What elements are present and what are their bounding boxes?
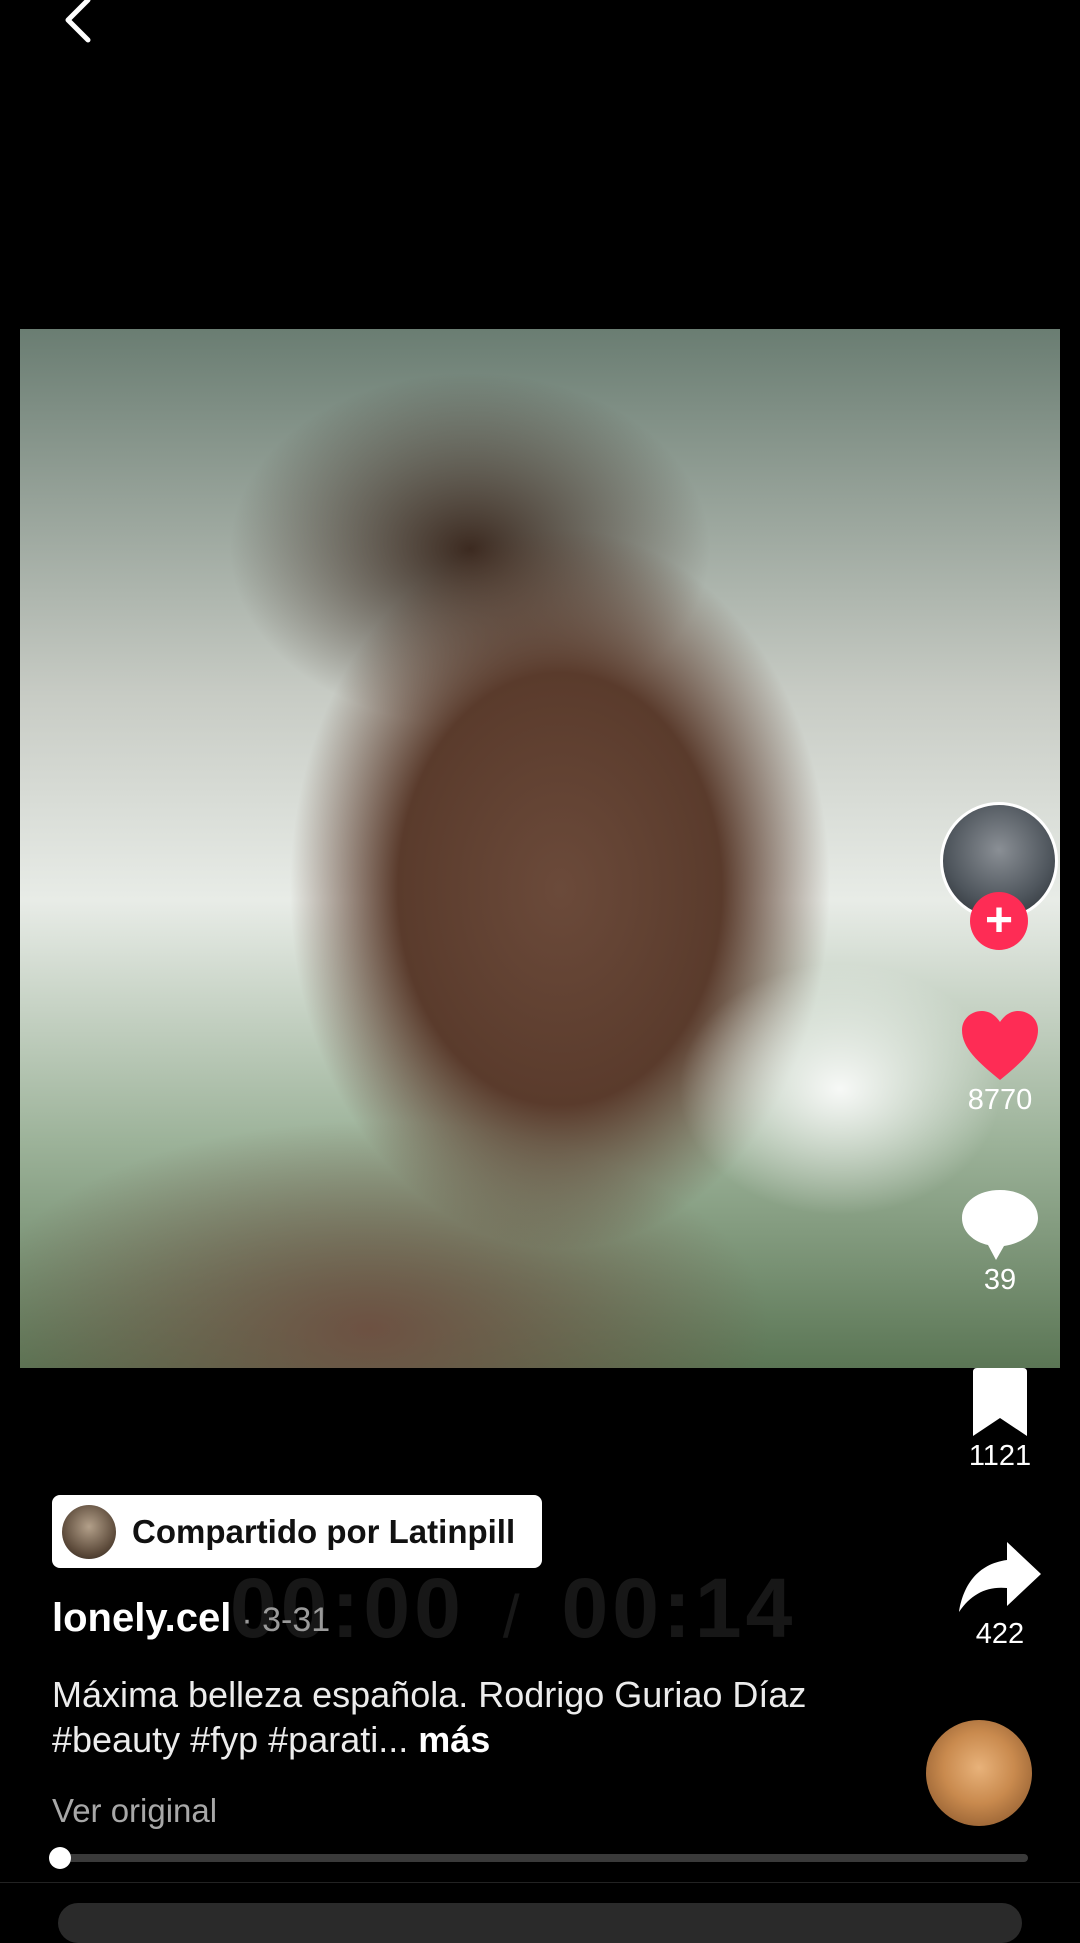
- author-line: lonely.cel · 3-31: [52, 1596, 330, 1641]
- like-button[interactable]: 8770: [920, 1010, 1080, 1117]
- plus-icon: +: [984, 894, 1014, 947]
- follow-button[interactable]: +: [970, 892, 1028, 950]
- post-caption[interactable]: Máxima belleza española. Rodrigo Guriao …: [52, 1672, 832, 1762]
- music-disc[interactable]: [926, 1720, 1032, 1826]
- video-player[interactable]: [20, 329, 1060, 1368]
- back-icon: [65, 0, 91, 43]
- share-icon: [959, 1542, 1041, 1612]
- author-name[interactable]: lonely.cel: [52, 1596, 231, 1640]
- progress-bar[interactable]: [49, 1847, 1028, 1869]
- sharer-avatar: [62, 1504, 116, 1559]
- time-separator: /: [502, 1583, 524, 1650]
- comment-input-bar[interactable]: [58, 1903, 1022, 1943]
- see-original-link[interactable]: Ver original: [52, 1792, 217, 1830]
- post-date: · 3-31: [241, 1601, 331, 1639]
- more-link[interactable]: más: [418, 1719, 490, 1760]
- bottom-divider: [0, 1882, 1080, 1883]
- bookmark-icon: [973, 1368, 1027, 1436]
- save-count: 1121: [968, 1440, 1032, 1472]
- comment-button[interactable]: 39: [920, 1188, 1080, 1297]
- save-button[interactable]: 1121: [920, 1368, 1080, 1473]
- progress-knob[interactable]: [49, 1847, 71, 1869]
- comment-count: 39: [983, 1264, 1017, 1296]
- share-button[interactable]: 422: [920, 1540, 1080, 1651]
- shared-by-label: Compartido por Latinpill: [132, 1512, 516, 1550]
- total-duration: 00:14: [561, 1561, 797, 1655]
- share-count: 422: [975, 1618, 1025, 1650]
- like-count: 8770: [967, 1084, 1033, 1116]
- comment-icon: [962, 1190, 1038, 1260]
- heart-icon: [962, 1011, 1038, 1080]
- back-button[interactable]: [48, 0, 118, 50]
- shared-by-chip[interactable]: Compartido por Latinpill: [52, 1495, 542, 1568]
- creator-avatar-group: +: [940, 802, 1058, 950]
